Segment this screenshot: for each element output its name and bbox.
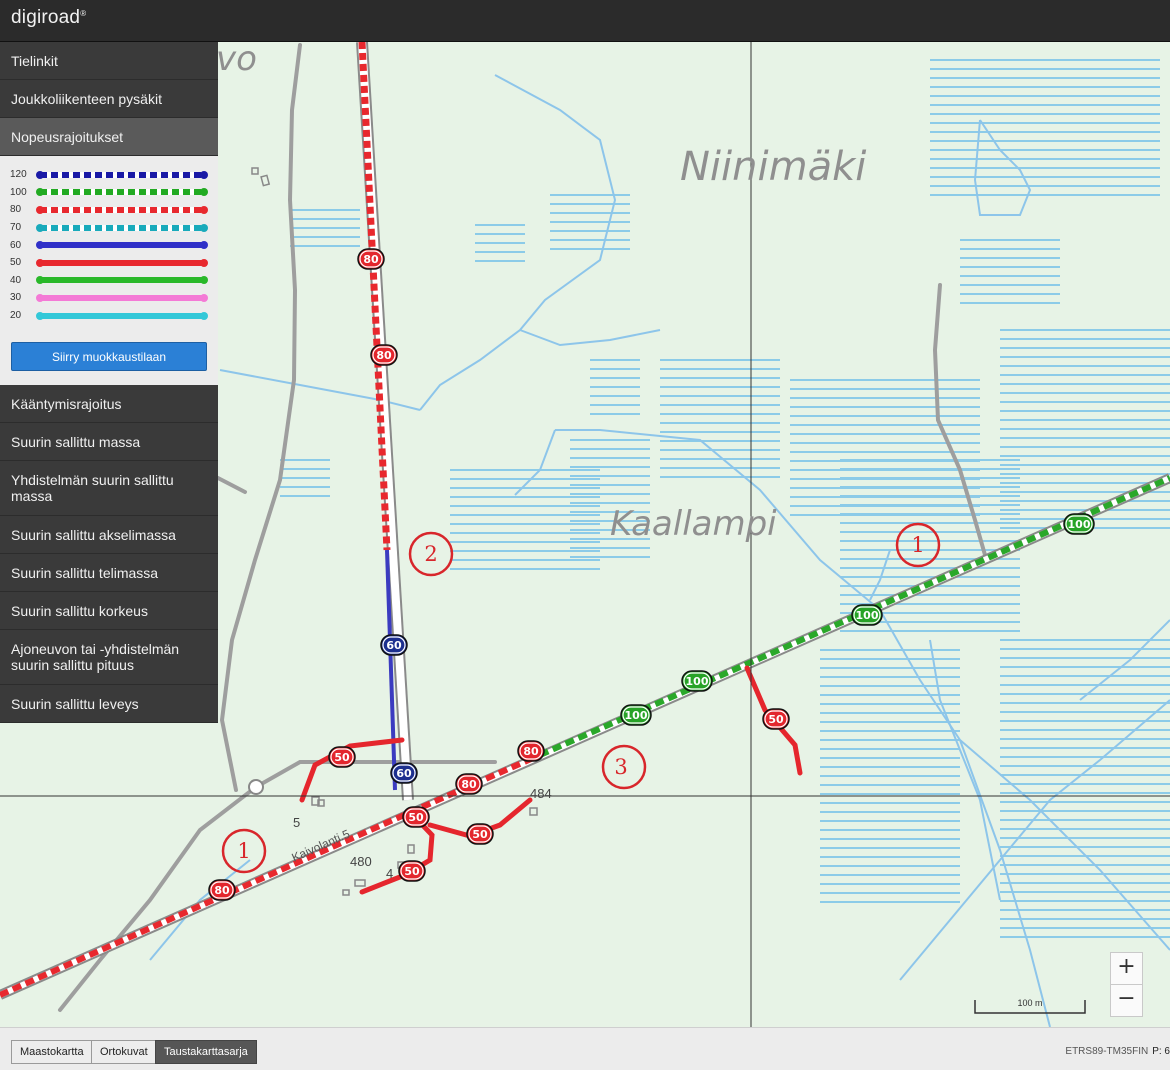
house-number-5: 5 [293, 815, 300, 830]
speed-sign-s80a[interactable]: 80 [357, 248, 385, 270]
speed-sign-value: 80 [376, 349, 392, 362]
bottom-bar: Maastokartta Ortokuvat Taustakarttasarja… [0, 1027, 1170, 1070]
speed-sign-s80d[interactable]: 80 [455, 773, 483, 795]
sidebar-item-telimassa[interactable]: Suurin sallittu telimassa [0, 554, 218, 593]
legend-line-swatch [36, 293, 208, 302]
legend-row: 30 [10, 289, 208, 307]
legend-line-swatch [36, 241, 208, 250]
sidebar-item-korkeus[interactable]: Suurin sallittu korkeus [0, 592, 218, 631]
speed-sign-s50e[interactable]: 50 [762, 708, 790, 730]
legend-line-swatch [36, 223, 208, 232]
speed-sign-s80b[interactable]: 80 [370, 344, 398, 366]
speed-sign-value: 100 [856, 609, 879, 622]
annotation-1-right: 1 [911, 533, 924, 557]
top-bar: digiroad® [0, 0, 1170, 42]
sidebar-item-suurin-sallittu-massa[interactable]: Suurin sallittu massa [0, 423, 218, 462]
speed-sign-value: 80 [214, 884, 230, 897]
speed-sign-s100b[interactable]: 100 [620, 704, 652, 726]
place-name-partial: vo [216, 42, 257, 79]
legend-label: 40 [10, 274, 22, 286]
speed-sign-value: 80 [363, 253, 379, 266]
legend-label: 100 [10, 186, 27, 198]
zoom-in-button[interactable]: + [1110, 952, 1143, 985]
speed-sign-value: 60 [386, 639, 402, 652]
speed-sign-s100d[interactable]: 100 [1063, 513, 1095, 535]
enter-edit-mode-button[interactable]: Siirry muokkaustilaan [11, 342, 207, 372]
speed-sign-value: 50 [768, 713, 784, 726]
legend-line-swatch [36, 205, 208, 214]
speed-sign-value: 50 [472, 828, 488, 841]
legend-row: 100 [10, 184, 208, 202]
legend-label: 120 [10, 169, 27, 181]
speed-sign-value: 50 [404, 865, 420, 878]
projection-info: ETRS89-TM35FIN P: 6 [1065, 1046, 1170, 1057]
sidebar-item-yhdistelman-massa[interactable]: Yhdistelmän suurin sallittu massa [0, 461, 218, 517]
legend-row: 80 [10, 201, 208, 219]
zoom-out-button[interactable]: − [1110, 984, 1143, 1017]
speed-sign-s100c[interactable]: 100 [851, 604, 883, 626]
speed-sign-s50b[interactable]: 50 [402, 806, 430, 828]
layer-taustakarttasarja-button[interactable]: Taustakarttasarja [155, 1040, 257, 1064]
legend-row: 60 [10, 236, 208, 254]
annotation-2: 2 [424, 542, 437, 566]
legend-row: 50 [10, 254, 208, 272]
sidebar: Tielinkit Joukkoliikenteen pysäkit Nopeu… [0, 42, 218, 724]
speed-sign-value: 50 [408, 811, 424, 824]
speed-sign-value: 60 [396, 767, 412, 780]
legend-label: 80 [10, 204, 22, 216]
speed-sign-s100a[interactable]: 100 [681, 670, 713, 692]
speed-sign-s50a[interactable]: 50 [328, 746, 356, 768]
speed-sign-s50d[interactable]: 50 [398, 860, 426, 882]
house-number-484: 484 [530, 786, 552, 801]
legend-label: 30 [10, 292, 22, 304]
legend-row: 70 [10, 219, 208, 237]
speed-sign-value: 80 [461, 778, 477, 791]
legend-line-swatch [36, 276, 208, 285]
place-name-niinimaki: Niinimäki [680, 144, 866, 190]
speed-sign-value: 100 [1068, 518, 1091, 531]
speed-sign-value: 100 [625, 709, 648, 722]
sidebar-item-tielinkit[interactable]: Tielinkit [0, 42, 218, 80]
legend-row: 120 [10, 166, 208, 184]
speed-sign-value: 80 [523, 745, 539, 758]
legend-label: 60 [10, 239, 22, 251]
legend-line-swatch [36, 311, 208, 320]
sidebar-item-akselimassa[interactable]: Suurin sallittu akselimassa [0, 516, 218, 555]
legend-label: 50 [10, 257, 22, 269]
annotation-1-left: 1 [237, 839, 250, 863]
annotation-3: 3 [614, 755, 627, 779]
sidebar-item-joukkoliikenteen-pysakit[interactable]: Joukkoliikenteen pysäkit [0, 80, 218, 118]
legend-row: 20 [10, 307, 208, 325]
scale-bar: 100 m [974, 998, 1086, 1014]
digiroad-logo[interactable]: digiroad® [11, 7, 86, 29]
speed-sign-s80c[interactable]: 80 [517, 740, 545, 762]
speed-sign-s80e[interactable]: 80 [208, 879, 236, 901]
layer-maastokartta-button[interactable]: Maastokartta [11, 1040, 93, 1064]
speed-sign-value: 100 [686, 675, 709, 688]
speed-limit-legend: 120 100 80 70 60 50 40 30 20 Siirry muokkaustila… [0, 156, 218, 386]
house-number-4: 4 [386, 866, 393, 881]
sidebar-item-leveys[interactable]: Suurin sallittu leveys [0, 685, 218, 724]
legend-line-swatch [36, 170, 208, 179]
place-name-kaallampi: Kaallampi [610, 504, 777, 544]
house-number-480: 480 [350, 854, 372, 869]
legend-line-swatch [36, 188, 208, 197]
speed-sign-s60a[interactable]: 60 [380, 634, 408, 656]
legend-label: 70 [10, 222, 22, 234]
legend-line-swatch [36, 258, 208, 267]
sidebar-item-kaantymisrajoitus[interactable]: Kääntymisrajoitus [0, 385, 218, 424]
legend-label: 20 [10, 310, 22, 322]
speed-sign-s50c[interactable]: 50 [466, 823, 494, 845]
layer-ortokuvat-button[interactable]: Ortokuvat [91, 1040, 157, 1064]
sidebar-item-nopeusrajoitukset[interactable]: Nopeusrajoitukset [0, 118, 218, 156]
speed-sign-s60b[interactable]: 60 [390, 762, 418, 784]
legend-row: 40 [10, 272, 208, 290]
sidebar-item-pituus[interactable]: Ajoneuvon tai -yhdistelmän suurin sallit… [0, 630, 218, 686]
road-node [248, 779, 264, 795]
speed-sign-value: 50 [334, 751, 350, 764]
